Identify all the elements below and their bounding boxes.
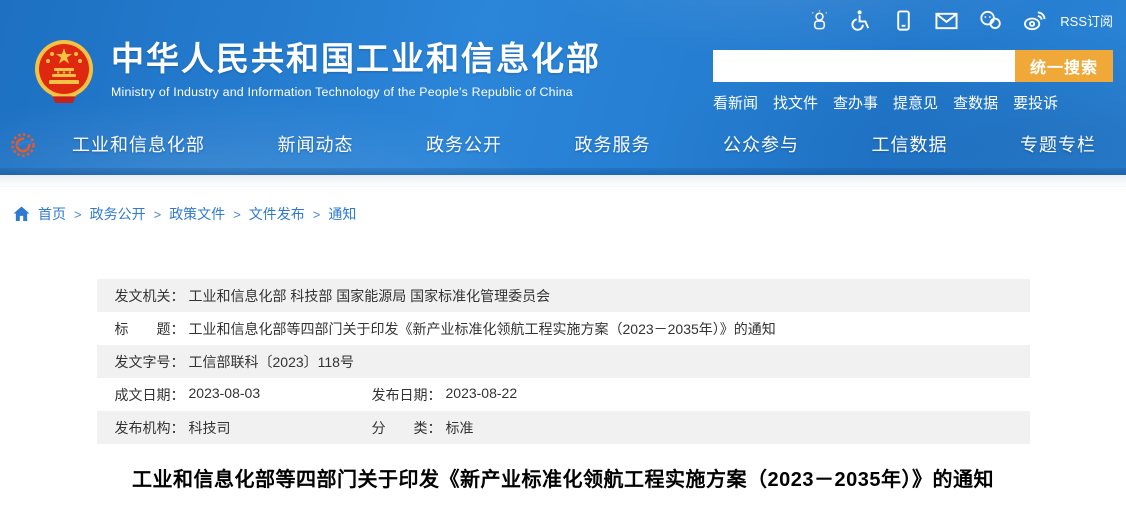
nav-item-news[interactable]: 新闻动态	[278, 131, 354, 157]
meta-value: 2023-08-22	[445, 384, 518, 401]
header-fade	[0, 175, 1126, 187]
mobile-icon[interactable]	[892, 9, 915, 32]
quick-link-services[interactable]: 查办事	[833, 92, 878, 113]
meta-label: 发布日期：	[371, 386, 442, 403]
site-header: RSS订阅 中华人民共和国工业和信息化部 Ministry of Industr…	[0, 0, 1126, 175]
nav-item-gov-service[interactable]: 政务服务	[575, 131, 651, 157]
nav-item-participation[interactable]: 公众参与	[723, 131, 799, 157]
quick-link-news[interactable]: 看新闻	[713, 92, 758, 113]
article-title: 工业和信息化部等四部门关于印发《新产业标准化领航工程实施方案（2023－2035…	[132, 469, 994, 491]
page: RSS订阅 中华人民共和国工业和信息化部 Ministry of Industr…	[0, 0, 1126, 511]
nav-item-gov-open[interactable]: 政务公开	[426, 131, 502, 157]
crumb-policy-files[interactable]: 政策文件	[169, 204, 225, 224]
brand: 中华人民共和国工业和信息化部 Ministry of Industry and …	[32, 36, 601, 108]
nav-item-miit[interactable]: 工业和信息化部	[72, 131, 205, 157]
brand-text: 中华人民共和国工业和信息化部 Ministry of Industry and …	[111, 36, 601, 99]
meta-row-doc-number: 发文字号： 工信部联科〔2023〕118号	[96, 345, 1030, 378]
nav-item-topics[interactable]: 专题专栏	[1020, 131, 1096, 157]
search-input[interactable]	[713, 50, 1015, 82]
meta-row-publisher: 发布机构： 科技司 分 类： 标准	[96, 411, 1030, 444]
meta-value: 2023-08-03	[188, 384, 261, 401]
meta-value: 科技司	[188, 419, 231, 436]
search-button[interactable]: 统一搜索	[1015, 50, 1113, 82]
main-nav: 工业和信息化部 新闻动态 政务公开 政务服务 公众参与 工信数据 专题专栏	[0, 120, 1126, 168]
rss-link[interactable]: RSS订阅	[1060, 11, 1113, 30]
quick-link-data[interactable]: 查数据	[953, 92, 998, 113]
crumb-separator: >	[233, 206, 241, 222]
nav-bottom-strip	[0, 168, 1126, 175]
crumb-separator: >	[74, 206, 82, 222]
crumb-separator: >	[153, 206, 162, 222]
home-icon[interactable]	[13, 206, 30, 222]
accessibility-icon[interactable]	[850, 9, 873, 32]
top-icon-bar: RSS订阅	[808, 9, 1113, 32]
site-title: 中华人民共和国工业和信息化部	[111, 40, 601, 77]
meta-value: 标准	[445, 419, 474, 436]
meta-value: 工业和信息化部 科技部 国家能源局 国家标准化管理委员会	[188, 287, 551, 304]
quick-link-suggest[interactable]: 提意见	[893, 92, 938, 113]
crumb-gov-open[interactable]: 政务公开	[90, 204, 146, 224]
breadcrumb: 首页 > 政务公开 > 政策文件 > 文件发布 > 通知	[13, 204, 1126, 224]
meta-label: 发文字号：	[114, 353, 185, 370]
robot-icon[interactable]	[808, 9, 831, 32]
national-emblem-icon	[35, 40, 93, 103]
meta-row-title: 标 题： 工业和信息化部等四部门关于印发《新产业标准化领航工程实施方案（2023…	[97, 312, 1030, 345]
meta-label: 发文机关：	[114, 287, 185, 304]
wechat-icon[interactable]	[978, 9, 1003, 32]
weibo-icon[interactable]	[1022, 9, 1047, 32]
mail-icon[interactable]	[934, 9, 959, 32]
meta-label: 成文日期：	[114, 386, 185, 403]
crumb-home[interactable]: 首页	[38, 204, 66, 224]
meta-label: 分 类：	[371, 419, 442, 436]
search-area: 统一搜索 看新闻 找文件 查办事 提意见 查数据 要投诉	[713, 50, 1113, 113]
meta-label: 标 题：	[114, 320, 185, 337]
quick-links: 看新闻 找文件 查办事 提意见 查数据 要投诉	[713, 92, 1113, 113]
site-subtitle: Ministry of Industry and Information Tec…	[111, 85, 573, 99]
crumb-file-release[interactable]: 文件发布	[249, 204, 305, 224]
meta-row-issuing-agency: 发文机关： 工业和信息化部 科技部 国家能源局 国家标准化管理委员会	[96, 279, 1030, 312]
quick-link-files[interactable]: 找文件	[773, 92, 818, 113]
meta-label: 发布机构：	[114, 419, 185, 436]
quick-link-complaint[interactable]: 要投诉	[1013, 92, 1058, 113]
doc-meta-table: 发文机关： 工业和信息化部 科技部 国家能源局 国家标准化管理委员会 标 题： …	[96, 279, 1030, 444]
crumb-notice[interactable]: 通知	[328, 204, 356, 224]
miit-logo-icon[interactable]	[8, 130, 38, 160]
crumb-separator: >	[312, 206, 321, 222]
meta-row-dates: 成文日期： 2023-08-03 发布日期： 2023-08-22	[97, 378, 1030, 411]
meta-value: 工业和信息化部等四部门关于印发《新产业标准化领航工程实施方案（2023－2035…	[188, 320, 776, 337]
meta-value: 工信部联科〔2023〕118号	[188, 353, 354, 370]
nav-item-data[interactable]: 工信数据	[872, 131, 948, 157]
